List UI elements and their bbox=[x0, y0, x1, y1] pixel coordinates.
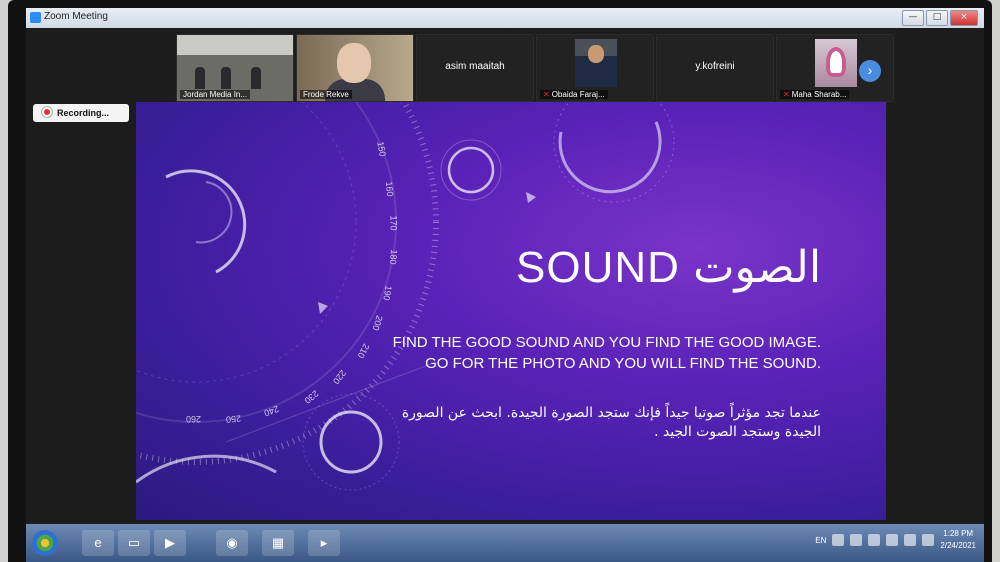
dial-number: 160 bbox=[383, 181, 396, 197]
dial-number: 190 bbox=[381, 284, 394, 302]
folder-icon[interactable]: ▭ bbox=[118, 530, 150, 556]
language-indicator[interactable]: EN bbox=[815, 536, 826, 545]
dial-numbers: 150 160 170 180 190 200 210 220 230 240 … bbox=[136, 102, 886, 520]
person-figure bbox=[221, 67, 231, 89]
window-titlebar[interactable]: Zoom Meeting — □ × bbox=[26, 8, 984, 28]
participant-tile[interactable]: y.kofreini bbox=[656, 34, 774, 102]
participant-tile[interactable]: Frode Rekve bbox=[296, 34, 414, 102]
window-controls: — □ × bbox=[902, 10, 978, 26]
tray-icon[interactable] bbox=[868, 534, 881, 546]
clock[interactable]: 1:28 PM 2/24/2021 bbox=[940, 528, 976, 552]
muted-mic-icon: ✕ bbox=[543, 90, 550, 99]
recording-label: Recording... bbox=[57, 108, 110, 118]
app-icon[interactable]: ▦ bbox=[262, 530, 294, 556]
participant-strip: Jordan Media In... Frode Rekve asim maai… bbox=[176, 34, 894, 102]
dial-number: 200 bbox=[370, 314, 385, 332]
dial-number: 240 bbox=[262, 403, 281, 419]
participant-tile[interactable]: Jordan Media In... bbox=[176, 34, 294, 102]
windows-taskbar: e ▭ ▶ ◉ ▦ ▸ EN 1:28 PM 2/24/2021 bbox=[26, 524, 984, 562]
dial-number: 250 bbox=[225, 413, 242, 425]
participant-avatar bbox=[575, 39, 617, 87]
media-player-icon[interactable]: ▶ bbox=[154, 530, 186, 556]
dial-number: 150 bbox=[375, 140, 388, 158]
maximize-button[interactable]: □ bbox=[926, 10, 948, 26]
slide-body-arabic: عندما تجد مؤثراً صوتيا جيداً فإنك ستجد ا… bbox=[401, 405, 821, 440]
participant-tile[interactable]: ✕ Obaida Faraj... bbox=[536, 34, 654, 102]
participant-name-label: ✕ Obaida Faraj... bbox=[540, 90, 608, 99]
participant-name: Frode Rekve bbox=[300, 90, 352, 99]
recording-indicator[interactable]: Recording... bbox=[33, 104, 129, 122]
system-tray: EN 1:28 PM 2/24/2021 bbox=[815, 528, 976, 552]
dial-number: 220 bbox=[330, 367, 349, 387]
minimize-button[interactable]: — bbox=[902, 10, 924, 26]
participant-avatar bbox=[815, 39, 857, 87]
participant-head bbox=[337, 43, 371, 83]
clock-time: 1:28 PM bbox=[943, 529, 974, 538]
shared-slide: 150 160 170 180 190 200 210 220 230 240 … bbox=[136, 102, 886, 520]
clock-date: 2/24/2021 bbox=[940, 541, 976, 550]
dial-number: 230 bbox=[302, 388, 321, 406]
volume-icon[interactable] bbox=[922, 534, 935, 546]
participant-name: asim maaitah bbox=[445, 61, 505, 72]
participant-name-label: ✕ Maha Sharab... bbox=[780, 90, 850, 99]
zoom-app-icon bbox=[30, 12, 41, 23]
chevron-right-icon[interactable]: › bbox=[859, 60, 881, 82]
participant-name: y.kofreini bbox=[695, 61, 735, 72]
participant-tile[interactable]: asim maaitah bbox=[416, 34, 534, 102]
muted-mic-icon: ✕ bbox=[783, 90, 790, 99]
tray-icon[interactable] bbox=[886, 534, 899, 546]
tray-icon[interactable] bbox=[832, 534, 845, 546]
internet-explorer-icon[interactable]: e bbox=[82, 530, 114, 556]
dial-number: 180 bbox=[387, 249, 400, 265]
close-button[interactable]: × bbox=[950, 10, 978, 26]
dial-number: 170 bbox=[388, 215, 399, 231]
start-button[interactable] bbox=[32, 530, 58, 556]
chrome-icon[interactable]: ◉ bbox=[216, 530, 248, 556]
dial-number: 210 bbox=[355, 342, 372, 360]
slide-body-english: FIND THE GOOD SOUND AND YOU FIND THE GOO… bbox=[392, 334, 821, 372]
participant-name: Obaida Faraj... bbox=[551, 90, 605, 99]
slide-title: SOUND الصوت bbox=[516, 243, 822, 292]
participant-name: Jordan Media In... bbox=[180, 90, 251, 99]
record-icon bbox=[41, 106, 53, 118]
tray-icon[interactable] bbox=[850, 534, 863, 546]
person-figure bbox=[251, 67, 261, 89]
zoom-icon[interactable]: ▸ bbox=[308, 530, 340, 556]
window-title: Zoom Meeting bbox=[44, 11, 108, 22]
dial-number: 260 bbox=[186, 414, 202, 424]
person-figure bbox=[195, 67, 205, 89]
network-icon[interactable] bbox=[904, 534, 917, 546]
screen: Zoom Meeting — □ × Jordan Media In... Fr… bbox=[26, 8, 984, 562]
participant-name: Maha Sharab... bbox=[791, 90, 847, 99]
